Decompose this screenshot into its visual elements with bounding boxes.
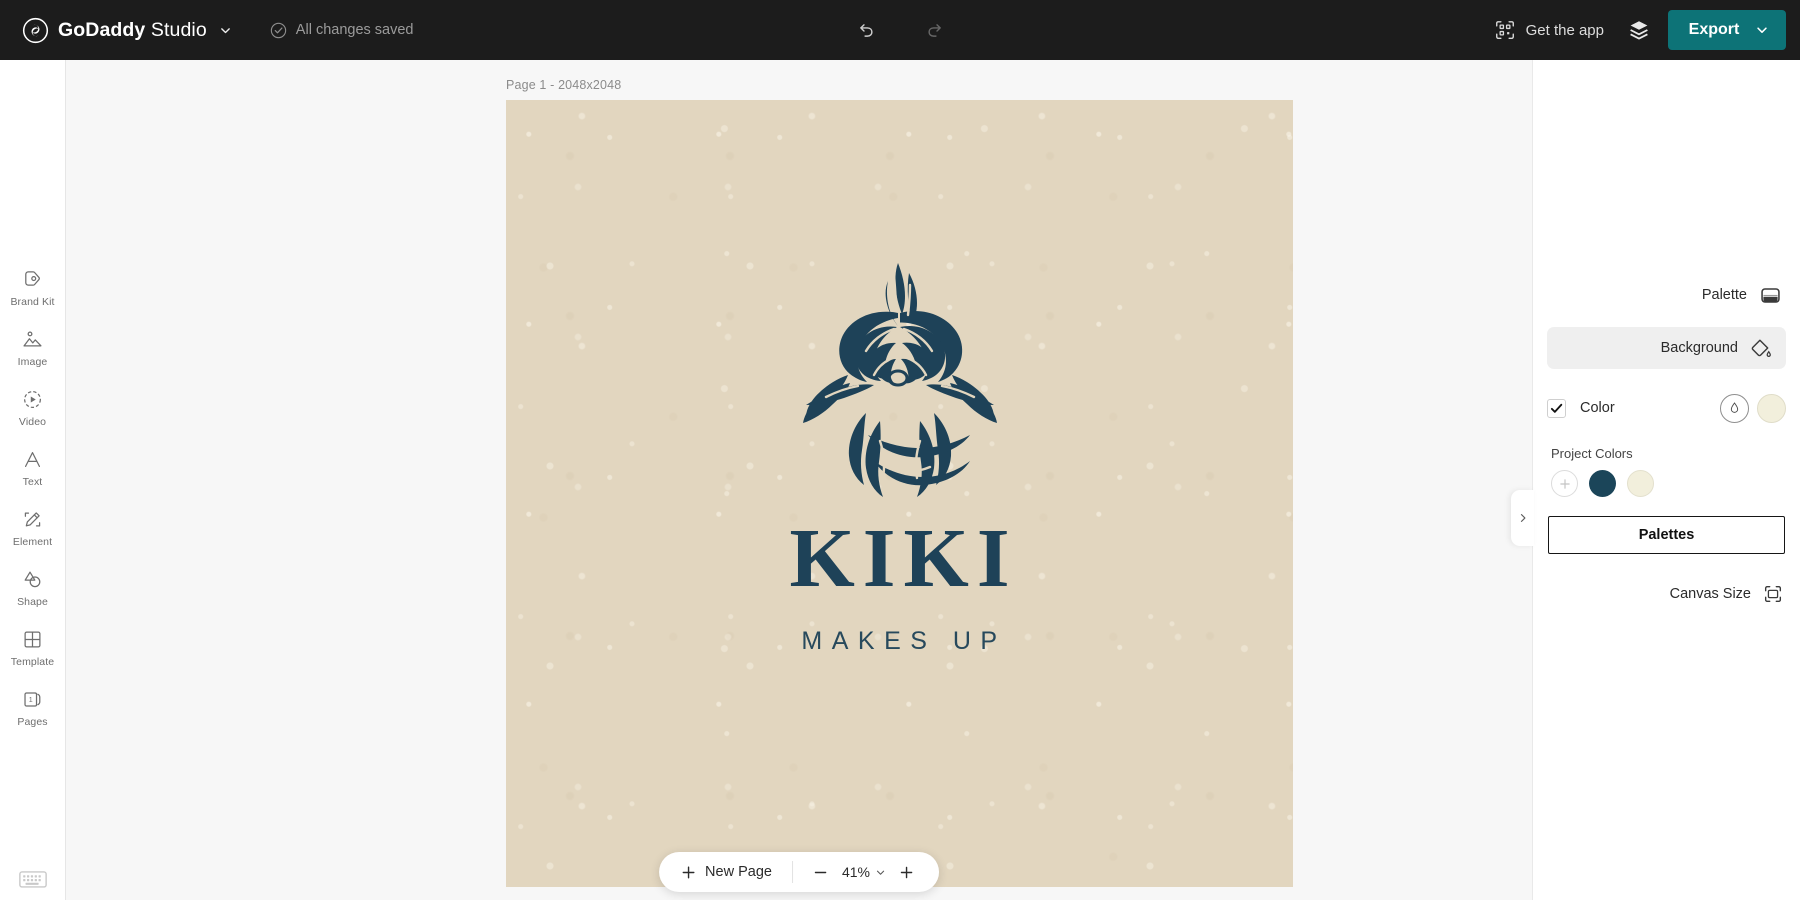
element-pencil-icon [24, 512, 41, 527]
palettes-button[interactable]: Palettes [1548, 516, 1785, 554]
brand-title: GoDaddy Studio [58, 19, 207, 42]
eyedropper-button[interactable] [1720, 393, 1749, 423]
palettes-button-label: Palettes [1638, 527, 1695, 543]
check-circle-icon [270, 22, 286, 38]
bottom-toolbar: New Page 41% [659, 852, 939, 892]
sidebar-item-element[interactable]: Element [0, 498, 65, 558]
chevron-down-icon [876, 870, 885, 875]
palette-row[interactable]: Palette [1533, 273, 1800, 317]
color-swatch-group [1720, 393, 1786, 423]
sidebar-item-label: Element [12, 536, 53, 548]
godaddy-logo-icon [23, 17, 48, 43]
keyboard-icon[interactable] [18, 866, 48, 892]
redo-arrow-icon [927, 23, 941, 37]
plus-icon [901, 866, 913, 878]
chevron-down-icon [1757, 27, 1768, 33]
sidebar-item-label: Shape [17, 596, 48, 608]
get-the-app-button[interactable]: Get the app [1480, 10, 1618, 50]
artwork-subtitle[interactable]: MAKES UP [792, 627, 1006, 656]
text-letter-a-icon [24, 451, 41, 468]
paint-bucket-icon [1751, 339, 1771, 357]
sidebar-item-label: Image [17, 356, 48, 368]
brand-name-light: Studio [145, 18, 207, 41]
sidebar-item-text[interactable]: Text [0, 438, 65, 498]
project-color-swatch[interactable] [1627, 470, 1654, 497]
qr-code-icon [1495, 21, 1514, 39]
video-play-circle-icon [24, 391, 41, 408]
svg-text:1: 1 [29, 696, 33, 704]
sidebar-item-shape[interactable]: Shape [0, 558, 65, 618]
zoom-level-dropdown[interactable]: 41% [839, 864, 889, 880]
crop-frame-icon [1764, 585, 1782, 603]
chevron-right-icon [1520, 514, 1525, 522]
get-the-app-label: Get the app [1525, 21, 1604, 39]
left-rail-bottom [0, 866, 65, 900]
brand-kit-tag-icon [25, 271, 40, 286]
project-colors-row [1533, 470, 1800, 497]
export-label: Export [1688, 21, 1740, 38]
save-status: All changes saved [270, 22, 414, 39]
shape-overlap-icon [24, 571, 41, 588]
sidebar-item-label: Text [22, 476, 43, 488]
template-grid-icon [24, 631, 41, 648]
sidebar-item-pages[interactable]: 1 Pages [0, 678, 65, 738]
color-row: Color [1533, 386, 1800, 430]
brand-name-bold: GoDaddy [58, 18, 146, 41]
sidebar-item-label: Video [18, 416, 47, 428]
background-label: Background [1660, 340, 1738, 356]
palette-label: Palette [1701, 287, 1747, 303]
left-tool-rail: Brand Kit Image Video Text Element Shape… [0, 60, 66, 900]
plus-icon [1559, 478, 1570, 489]
design-canvas[interactable]: KIKI MAKES UP [506, 100, 1293, 887]
artwork-group: KIKI MAKES UP [506, 100, 1293, 887]
plus-icon [682, 866, 695, 878]
layers-button[interactable] [1618, 10, 1660, 50]
new-page-button[interactable]: New Page [659, 852, 792, 892]
sidebar-item-label: Template [10, 656, 55, 668]
image-mountain-icon [23, 331, 42, 347]
minus-icon [815, 871, 827, 873]
rose-linocut-illustration[interactable] [770, 255, 1030, 505]
left-rail-items: Brand Kit Image Video Text Element Shape… [0, 60, 65, 738]
color-swatch-current[interactable] [1757, 393, 1786, 423]
sidebar-item-video[interactable]: Video [0, 378, 65, 438]
project-color-swatch[interactable] [1589, 470, 1616, 497]
brand-menu[interactable]: GoDaddy Studio [22, 0, 232, 60]
sidebar-item-brand-kit[interactable]: Brand Kit [0, 258, 65, 318]
check-icon [1550, 403, 1563, 413]
zoom-out-button[interactable] [807, 858, 835, 886]
background-row[interactable]: Background [1547, 327, 1786, 369]
sidebar-item-template[interactable]: Template [0, 618, 65, 678]
chevron-down-icon[interactable] [219, 24, 232, 37]
palette-swatch-icon [1761, 287, 1780, 303]
zoom-in-button[interactable] [893, 858, 921, 886]
redo-button[interactable] [918, 13, 952, 47]
zoom-level-value: 41% [841, 864, 870, 880]
collapse-panel-handle[interactable] [1511, 490, 1534, 546]
sidebar-item-image[interactable]: Image [0, 318, 65, 378]
export-button[interactable]: Export [1668, 10, 1786, 50]
canvas-workspace: Page 1 - 2048x2048 KIKI MAKES UP New Pag… [66, 60, 1532, 900]
layers-stack-icon [1630, 21, 1648, 40]
eyedropper-droplet-icon [1730, 401, 1739, 413]
new-page-label: New Page [705, 864, 772, 880]
page-label: Page 1 - 2048x2048 [506, 78, 622, 92]
top-bar: GoDaddy Studio All changes saved Get the… [0, 0, 1800, 60]
canvas-size-label: Canvas Size [1669, 586, 1751, 602]
canvas-size-row[interactable]: Canvas Size [1533, 574, 1800, 614]
pages-card-icon: 1 [24, 692, 41, 707]
save-status-text: All changes saved [295, 22, 414, 38]
zoom-controls: 41% [793, 852, 939, 892]
sidebar-item-label: Pages [17, 716, 48, 728]
undo-button[interactable] [848, 13, 882, 47]
artwork-title[interactable]: KIKI [781, 517, 1017, 601]
add-project-color-button[interactable] [1551, 470, 1578, 497]
project-colors-title: Project Colors [1551, 446, 1633, 461]
top-bar-actions: Get the app Export [1480, 0, 1800, 60]
color-label: Color [1580, 400, 1615, 416]
right-properties-panel: Palette Background Color Project Colors … [1511, 60, 1800, 900]
color-checkbox[interactable] [1547, 398, 1566, 418]
sidebar-item-label: Brand Kit [10, 296, 55, 308]
undo-arrow-icon [859, 23, 873, 37]
